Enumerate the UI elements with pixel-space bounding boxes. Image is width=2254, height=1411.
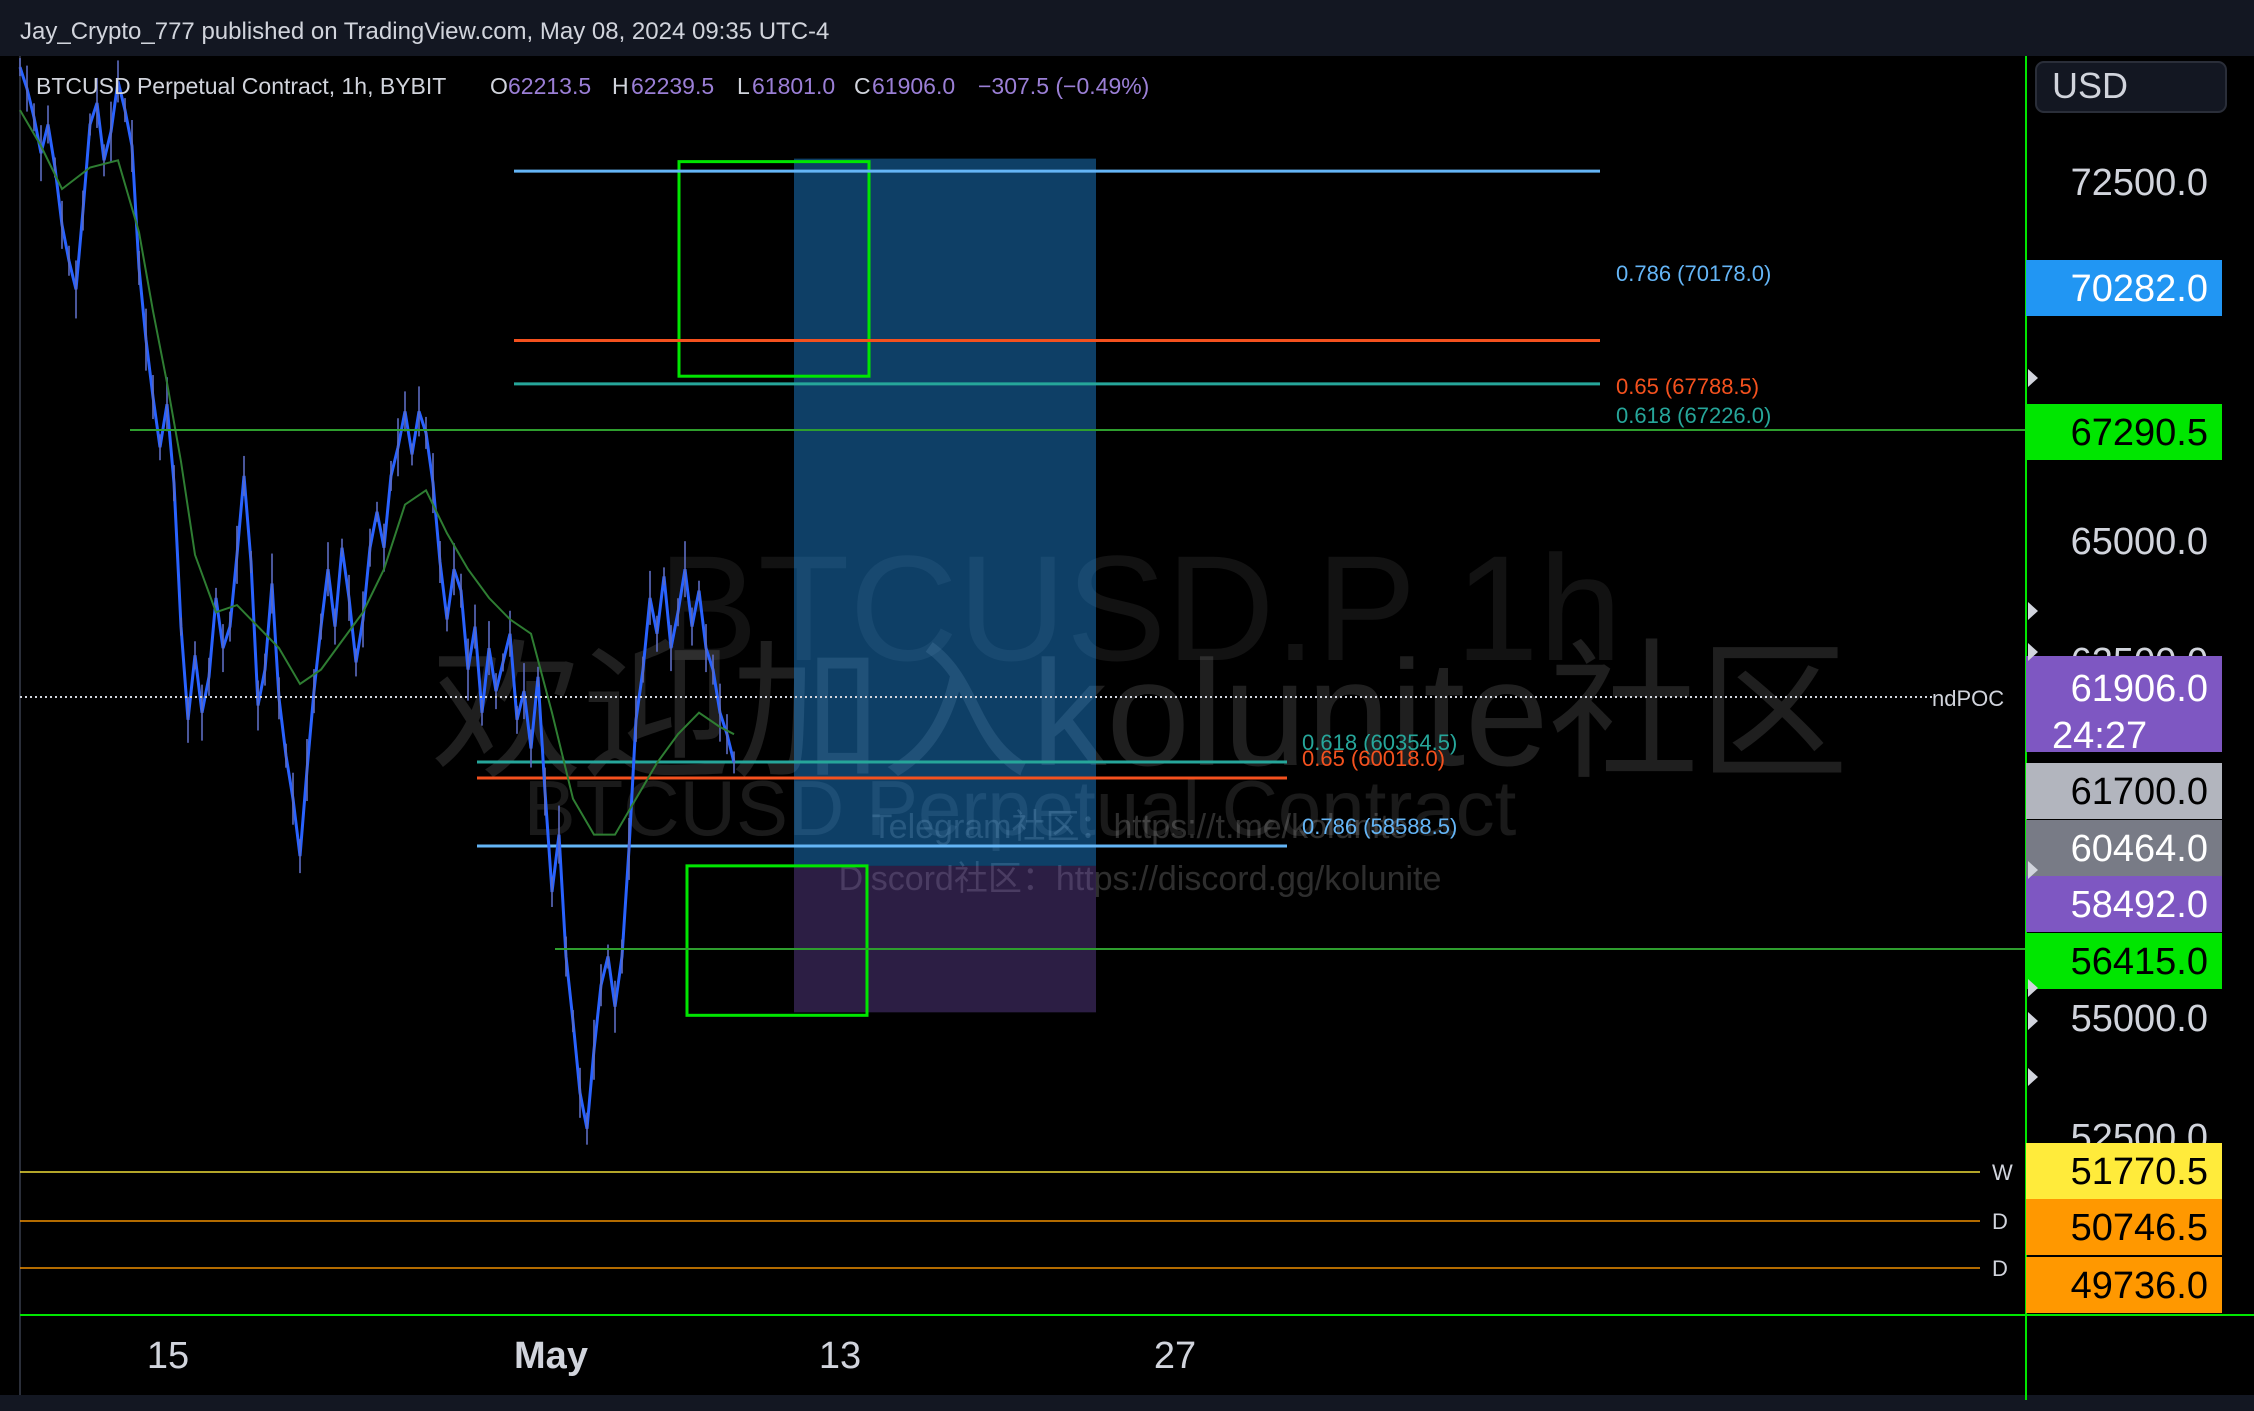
high-value: 62239.5 <box>631 73 714 99</box>
change-value: −307.5 (−0.49%) <box>978 73 1149 99</box>
price-badge-label: 58492.0 <box>2071 884 2208 926</box>
x-tick-label: May <box>514 1335 588 1377</box>
price-badge-label: 70282.0 <box>2071 268 2208 310</box>
price-badge-label: 56415.0 <box>2071 941 2208 983</box>
chart-canvas[interactable]: Jay_Crypto_777 published on TradingView.… <box>0 0 2254 1411</box>
htf-level-tag: D <box>1992 1256 2008 1281</box>
fib-upper-label: 0.65 (67788.5) <box>1616 374 1759 399</box>
low-value: 61801.0 <box>752 73 835 99</box>
symbol-title: BTCUSD Perpetual Contract, 1h, BYBIT <box>36 73 446 99</box>
htf-level-tag: W <box>1992 1160 2013 1185</box>
price-badges: 70282.0 67290.5 61906.0 24:27 61700.0 60464.0… <box>2026 260 2222 1313</box>
fib-upper-label: 0.618 (67226.0) <box>1616 403 1771 428</box>
publish-bar-text: Jay_Crypto_777 published on TradingView.… <box>20 18 829 45</box>
currency-button[interactable]: USD <box>2035 61 2227 113</box>
open-value: 62213.5 <box>508 73 591 99</box>
price-badge-label: 60464.0 <box>2071 828 2208 870</box>
position-box-lower <box>794 865 1096 1013</box>
currency-label: USD <box>2052 65 2128 106</box>
countdown-label: 24:27 <box>2052 715 2147 757</box>
htf-level-tag: D <box>1992 1209 2008 1234</box>
open-label: O <box>490 73 508 99</box>
high-label: H <box>612 73 629 99</box>
close-value: 61906.0 <box>872 73 955 99</box>
position-box <box>794 158 1096 866</box>
close-label: C <box>854 73 871 99</box>
y-tick-label: 55000.0 <box>2071 998 2208 1040</box>
price-badge-label: 51770.5 <box>2071 1151 2208 1193</box>
fib-lower-label: 0.786 (58588.5) <box>1302 814 1457 839</box>
price-badge-label: 61700.0 <box>2071 771 2208 813</box>
price-badge-label: 61906.0 <box>2071 668 2208 710</box>
price-badge-label: 49736.0 <box>2071 1265 2208 1307</box>
y-tick-label: 72500.0 <box>2071 162 2208 204</box>
fib-upper-label: 0.786 (70178.0) <box>1616 261 1771 286</box>
price-badge-label: 67290.5 <box>2071 412 2208 454</box>
fib-lower-label: 0.65 (60018.0) <box>1302 746 1445 771</box>
y-tick-label: 65000.0 <box>2071 521 2208 563</box>
x-tick-label: 27 <box>1154 1335 1196 1377</box>
x-tick-label: 15 <box>147 1335 189 1377</box>
low-label: L <box>737 73 750 99</box>
price-badge-label: 50746.5 <box>2071 1207 2208 1249</box>
npoc-label: ndPOC <box>1932 686 2004 711</box>
x-tick-label: 13 <box>819 1335 861 1377</box>
